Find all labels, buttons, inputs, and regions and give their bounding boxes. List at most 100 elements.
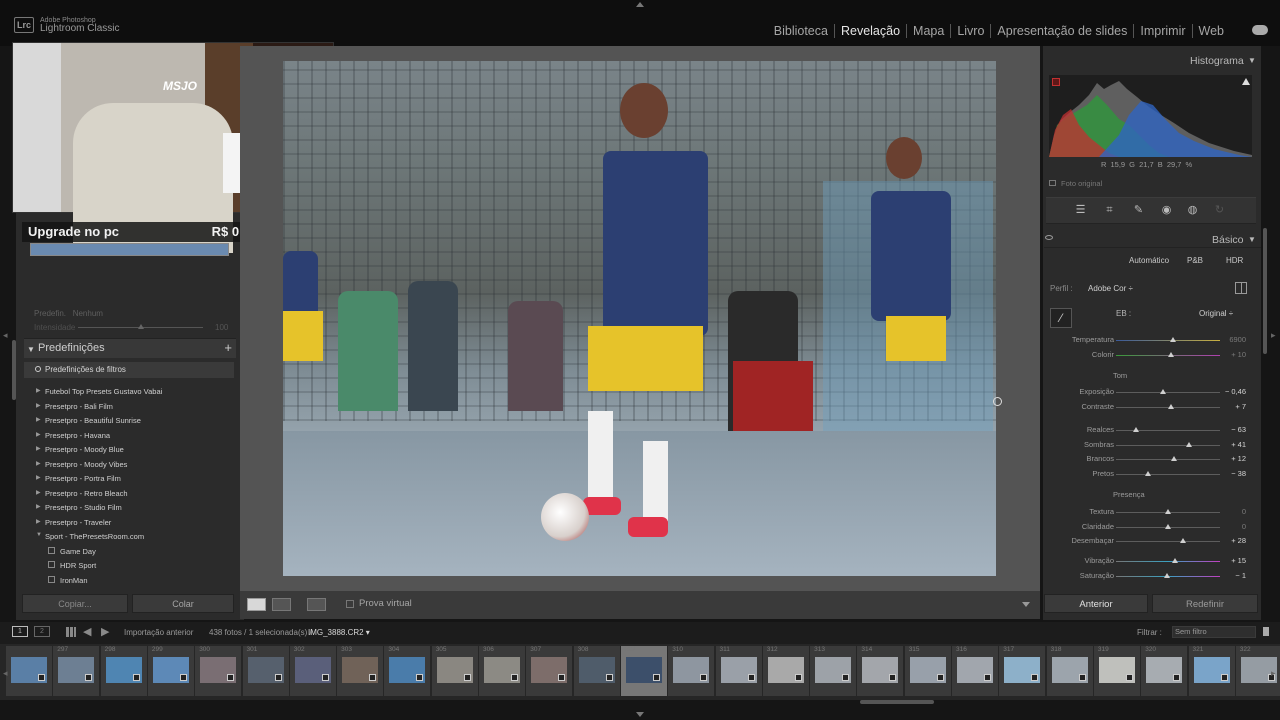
toolbar-menu-chevron-icon[interactable] [1022,602,1030,607]
filmstrip-thumbnail[interactable]: 312 [762,646,809,696]
main-photo[interactable] [283,61,996,576]
filmstrip-thumbnail[interactable]: 316 [952,646,998,696]
right-scrollbar[interactable] [1263,228,1267,354]
slider-value[interactable]: − 1 [1212,571,1246,580]
slider-pretos[interactable]: Pretos − 38 [1046,467,1256,481]
histogram[interactable] [1049,75,1252,157]
slider-knob[interactable] [1172,558,1179,563]
filmstrip-thumbnail[interactable]: 299 [147,646,194,696]
preset-item[interactable]: IronMan [24,573,234,588]
visibility-eye-icon[interactable] [1045,235,1053,240]
slider-knob[interactable] [1168,403,1175,409]
profile-dropdown[interactable]: Adobe Cor ÷ [1088,284,1133,293]
filter-lock-icon[interactable] [1263,627,1269,636]
healing-icon[interactable]: ✎ [1132,204,1145,217]
slider-value[interactable]: 0 [1212,507,1246,516]
soft-proof-checkbox[interactable] [346,600,354,608]
slider-saturação[interactable]: Saturação − 1 [1046,569,1256,583]
slider-colorir[interactable]: Colorir + 10 [1046,348,1256,362]
filmstrip-thumbnail[interactable]: 300 [195,646,242,696]
preset-item[interactable]: Game Day [24,544,234,559]
slider-temperatura[interactable]: Temperatura 6900 [1046,333,1256,347]
filmstrip-scrollbar[interactable] [860,700,934,704]
preset-item[interactable]: HDR Sport [24,558,234,573]
module-revelacao[interactable]: Revelação [833,24,906,38]
slider-desembaçar[interactable]: Desembaçar + 28 [1046,534,1256,548]
slider-value[interactable]: − 63 [1212,425,1246,434]
filmstrip-thumbnail[interactable]: 303 [337,646,384,696]
filter-dropdown[interactable]: Sem filtro [1172,626,1256,638]
mode-bw[interactable]: P&B [1187,256,1203,265]
grid-view-icon[interactable] [66,627,76,637]
slider-track[interactable] [1116,473,1220,475]
slider-value[interactable]: + 7 [1212,402,1246,411]
slider-track[interactable] [1116,459,1220,460]
slider-value[interactable]: + 15 [1212,556,1246,565]
filmstrip-thumbnail[interactable]: 302 [289,646,336,696]
histogram-collapse-icon[interactable]: ▼ [1248,56,1256,65]
filmstrip-thumbnail[interactable]: 320 [1141,646,1188,696]
mode-auto[interactable]: Automático [1129,256,1169,265]
filmstrip-thumbnail[interactable]: 317 [999,646,1046,696]
filmstrip-thumbnail[interactable]: 314 [857,646,904,696]
slider-track[interactable] [1116,561,1220,562]
slider-value[interactable]: + 28 [1212,536,1246,545]
mask-icon[interactable]: ◍ [1186,204,1199,217]
slider-knob[interactable] [1159,389,1166,394]
preset-folder[interactable]: ▶ Presetpro - Moody Blue [24,442,234,457]
slider-value[interactable]: 6900 [1212,335,1246,344]
filmstrip-thumbnail[interactable]: 304 [384,646,431,696]
slider-knob[interactable] [1179,538,1186,543]
filmstrip-thumbnail[interactable]: 319 [1093,646,1140,696]
module-web[interactable]: Web [1191,24,1230,38]
before-after-button[interactable] [272,598,291,611]
filmstrip-thumbnail[interactable]: 297 [53,646,100,696]
reset-button[interactable]: Redefinir [1152,594,1258,613]
slider-track[interactable] [1116,444,1220,446]
filmstrip-thumbnail[interactable]: 309 [620,646,667,696]
right-panel-arrow-icon[interactable]: ▸ [1271,330,1276,341]
slider-value[interactable]: + 12 [1212,454,1246,463]
slider-track[interactable] [1116,392,1220,393]
redeye-icon[interactable]: ◉ [1160,204,1173,217]
module-mapa[interactable]: Mapa [906,24,950,38]
secondary-window-button[interactable]: 2 [34,626,50,637]
filmstrip-thumbnail[interactable]: 318 [1046,646,1093,696]
preset-folder[interactable]: ▶ Presetpro - Portra Film [24,471,234,486]
preset-folder[interactable]: ▶ Presetpro - Retro Bleach [24,486,234,501]
preset-folder[interactable]: ▶ Presetpro - Bali Film [24,399,234,414]
preset-folder[interactable]: ▼ Sport - ThePresetsRoom.com [24,529,234,544]
filmstrip-thumbnail[interactable] [6,646,52,696]
preset-folder[interactable]: ▶ Presetpro - Beautiful Sunrise [24,413,234,428]
highlight-clipping-icon[interactable] [1242,78,1250,85]
module-slideshow[interactable]: Apresentação de slides [990,24,1133,38]
wb-eyedropper-icon[interactable]: ⁄ [1050,308,1072,328]
module-livro[interactable]: Livro [950,24,990,38]
preset-folder[interactable]: ▶ Presetpro - Studio Film [24,500,234,515]
profile-browser-grid-icon[interactable] [1235,282,1247,294]
filmstrip-thumbnail[interactable]: 307 [526,646,573,696]
filmstrip-right-arrow-icon[interactable]: ▸ [1271,668,1276,679]
slider-knob[interactable] [1170,337,1177,342]
collapse-bottom-panel-arrow[interactable] [636,712,644,717]
slider-knob[interactable] [1145,470,1152,476]
slider-value[interactable]: + 41 [1212,440,1246,449]
preset-folder[interactable]: ▶ Presetpro - Havana [24,428,234,443]
preset-folder[interactable]: ▶ Futebol Top Presets Gustavo Vabai [24,384,234,399]
shadow-clipping-icon[interactable] [1052,78,1060,86]
navigator-preview[interactable] [30,243,229,256]
slider-vibração[interactable]: Vibração + 15 [1046,554,1256,568]
slider-track[interactable] [1116,340,1220,341]
intensity-knob[interactable] [138,324,144,329]
source-label[interactable]: Importação anterior [124,628,193,637]
filmstrip-thumbnail[interactable]: 306 [479,646,525,696]
preset-folder[interactable]: ▶ Presetpro - Traveler [24,515,234,530]
slider-textura[interactable]: Textura 0 [1046,505,1256,519]
slider-knob[interactable] [1165,523,1171,529]
slider-value[interactable]: 0 [1212,522,1246,531]
paste-button[interactable]: Colar [132,594,234,613]
slider-value[interactable]: + 10 [1212,350,1246,359]
wb-dropdown[interactable]: Original ÷ [1199,309,1233,318]
back-arrow-icon[interactable]: ◀ [83,625,91,638]
slider-knob[interactable] [1165,509,1171,514]
